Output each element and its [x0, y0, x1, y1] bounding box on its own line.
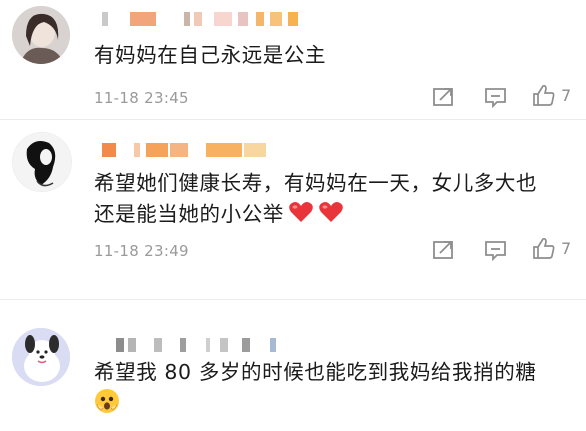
comment-emoji-line — [94, 388, 536, 423]
like-button[interactable]: 7 — [532, 235, 571, 261]
comment-text-line-2: 还是能当她的小公举 — [94, 199, 537, 230]
comment-bubble-icon — [485, 241, 506, 261]
scared-face-emoji — [95, 389, 119, 413]
username-blurred[interactable] — [94, 338, 394, 354]
share-forward-icon — [433, 241, 453, 259]
comment-item: 有妈妈在自己永远是公主 11-18 23:45 7 — [0, 0, 586, 120]
thumbs-up-icon — [533, 237, 555, 259]
thumbs-up-icon — [533, 84, 555, 106]
username-blurred[interactable] — [94, 143, 394, 159]
share-forward-icon — [433, 88, 453, 106]
heart-emoji — [289, 202, 313, 222]
forward-button[interactable] — [432, 237, 456, 263]
username-blurred[interactable] — [94, 12, 394, 28]
comment-timestamp: 11-18 23:45 — [94, 89, 189, 107]
like-count: 7 — [561, 85, 572, 105]
comment-text: 有妈妈在自己永远是公主 — [94, 40, 326, 71]
comment-text: 希望她们健康长寿，有妈妈在一天，女儿多大也 还是能当她的小公举 — [94, 168, 537, 230]
like-count: 7 — [561, 238, 572, 258]
forward-button[interactable] — [432, 84, 456, 110]
comment-text-line: 希望我 80 多岁的时候也能吃到我妈给我捎的糖 — [94, 360, 537, 384]
like-button[interactable]: 7 — [532, 82, 571, 108]
comment-button[interactable] — [484, 84, 508, 110]
avatar[interactable] — [12, 328, 70, 386]
comment-text-line: 希望她们健康长寿，有妈妈在一天，女儿多大也 — [94, 171, 538, 195]
avatar[interactable] — [12, 132, 72, 192]
comment-item: 希望我 80 多岁的时候也能吃到我妈给我捎的糖 — [0, 300, 586, 431]
comment-text-line: 有妈妈在自己永远是公主 — [94, 43, 327, 67]
heart-emoji — [319, 202, 343, 222]
comment-text: 希望我 80 多岁的时候也能吃到我妈给我捎的糖 — [94, 357, 536, 423]
avatar[interactable] — [12, 6, 70, 64]
comment-timestamp: 11-18 23:49 — [94, 242, 189, 260]
comment-button[interactable] — [484, 237, 508, 263]
comment-bubble-icon — [485, 88, 506, 108]
comment-item: 希望她们健康长寿，有妈妈在一天，女儿多大也 还是能当她的小公举 11-18 23… — [0, 120, 586, 300]
